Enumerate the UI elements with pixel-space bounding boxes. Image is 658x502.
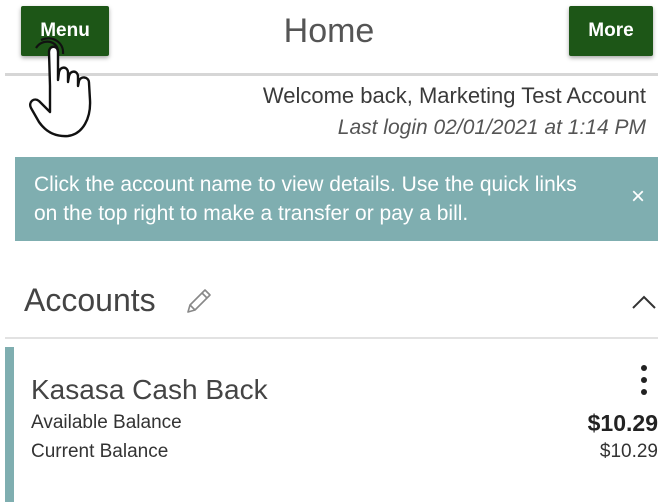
info-notice: Click the account name to view details. … [15,157,658,241]
account-accent-bar [5,347,14,502]
available-balance-label: Available Balance [31,412,182,433]
accounts-divider [5,337,658,339]
available-balance-value: $10.29 [587,410,658,436]
current-balance-value: $10.29 [599,441,658,462]
pencil-icon[interactable] [184,286,214,316]
welcome-message: Welcome back, Marketing Test Account [262,83,646,108]
hand-pointer-icon [29,37,92,138]
more-button-label: More [588,20,634,41]
last-login-text: Last login 02/01/2021 at 1:14 PM [337,116,646,139]
header-divider [5,73,658,76]
notice-text: Click the account name to view details. … [34,173,577,225]
close-icon[interactable]: × [626,185,650,209]
chevron-up-icon[interactable] [630,292,658,312]
account-name-link[interactable]: Kasasa Cash Back [31,374,268,406]
account-card: Kasasa Cash Back Available Balance Curre… [5,347,658,502]
kebab-menu-icon[interactable] [638,365,650,399]
current-balance-label: Current Balance [31,441,169,462]
more-button[interactable]: More [569,6,653,56]
accounts-heading: Accounts [24,282,156,318]
